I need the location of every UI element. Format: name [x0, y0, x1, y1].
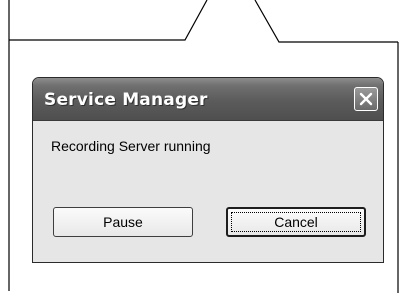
dialog-titlebar[interactable]: Service Manager: [33, 78, 383, 121]
pause-button-label: Pause: [103, 214, 143, 230]
focus-indicator: [231, 212, 361, 232]
cancel-button[interactable]: Cancel: [226, 207, 366, 237]
status-message: Recording Server running: [51, 138, 211, 154]
close-button[interactable]: [354, 87, 378, 111]
pause-button[interactable]: Pause: [53, 207, 193, 237]
dialog-title: Service Manager: [44, 90, 208, 110]
close-icon: [359, 92, 373, 106]
service-manager-dialog: Service Manager Recording Server running…: [32, 77, 384, 263]
